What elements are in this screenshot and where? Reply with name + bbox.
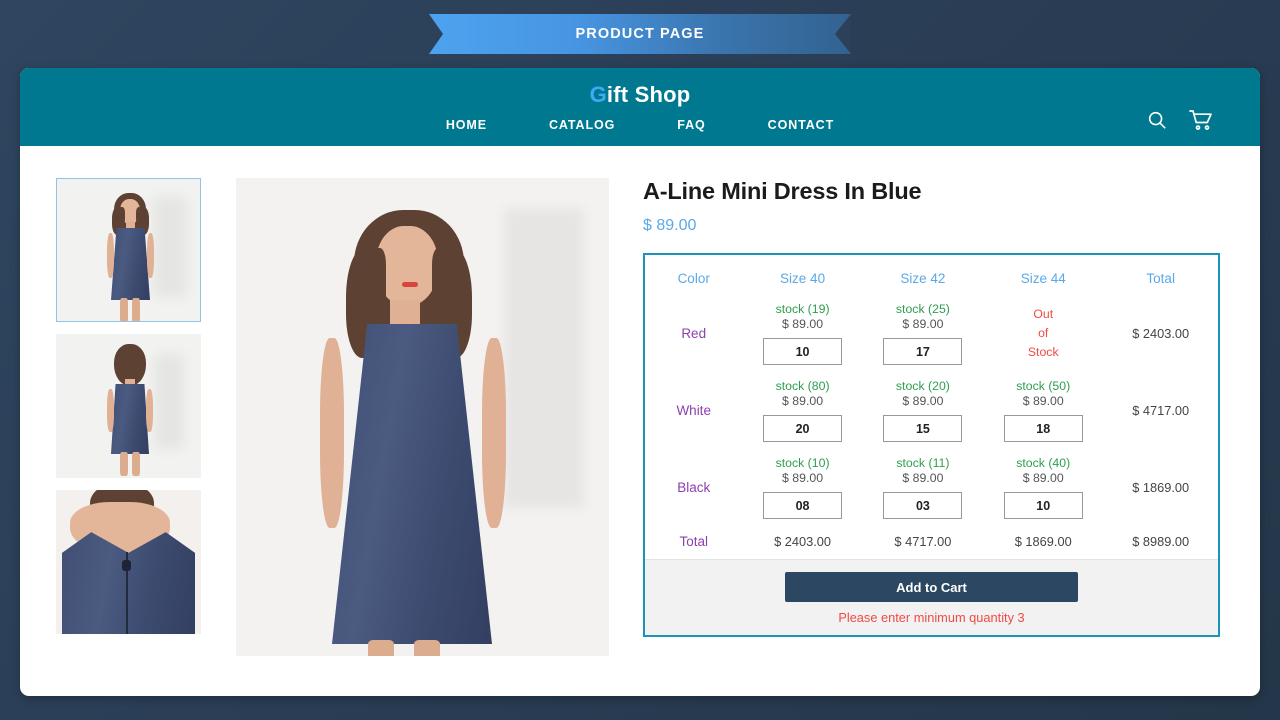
- cell-price: $ 89.00: [742, 317, 862, 331]
- quantity-input[interactable]: [1004, 415, 1083, 442]
- cell-red-size40: stock (19) $ 89.00: [742, 296, 862, 373]
- table-row: White stock (80) $ 89.00 stock (20) $ 89…: [645, 373, 1218, 450]
- brand-logo[interactable]: Gift Shop: [590, 82, 691, 108]
- brand-rest: ift Shop: [607, 82, 690, 107]
- row-total-white: $ 4717.00: [1103, 373, 1218, 450]
- thumbnail-3[interactable]: [56, 490, 201, 634]
- quantity-input[interactable]: [883, 492, 962, 519]
- banner-label: PRODUCT PAGE: [576, 26, 705, 42]
- out-of-stock-label: Out of Stock: [983, 305, 1103, 362]
- stock-label: stock (25): [863, 302, 983, 316]
- stock-label: stock (19): [742, 302, 862, 316]
- add-to-cart-button[interactable]: Add to Cart: [785, 572, 1078, 602]
- table-row: Red stock (19) $ 89.00 stock (25) $ 89.0…: [645, 296, 1218, 373]
- th-size-42: Size 42: [863, 255, 983, 296]
- cell-price: $ 89.00: [863, 317, 983, 331]
- cell-price: $ 89.00: [983, 394, 1103, 408]
- main-nav: HOME CATALOG FAQ CONTACT: [415, 118, 865, 132]
- cell-white-size42: stock (20) $ 89.00: [863, 373, 983, 450]
- stock-label: stock (20): [863, 379, 983, 393]
- nav-item-catalog[interactable]: CATALOG: [518, 118, 646, 132]
- main-product-image[interactable]: [236, 178, 609, 656]
- total-size-44: $ 1869.00: [983, 527, 1103, 559]
- oos-line-1: Out: [983, 305, 1103, 324]
- cell-white-size44: stock (50) $ 89.00: [983, 373, 1103, 450]
- order-table: Color Size 40 Size 42 Size 44 Total Red: [645, 255, 1218, 559]
- page-card: Gift Shop HOME CATALOG FAQ CONTACT: [20, 68, 1260, 696]
- cell-price: $ 89.00: [742, 471, 862, 485]
- nav-item-contact[interactable]: CONTACT: [737, 118, 865, 132]
- thumbnail-2[interactable]: [56, 334, 201, 478]
- cell-black-size42: stock (11) $ 89.00: [863, 450, 983, 527]
- total-size-42: $ 4717.00: [863, 527, 983, 559]
- stock-label: stock (50): [983, 379, 1103, 393]
- stock-label: stock (10): [742, 456, 862, 470]
- cell-white-size40: stock (80) $ 89.00: [742, 373, 862, 450]
- minimum-quantity-message: Please enter minimum quantity 3: [645, 610, 1218, 625]
- product-price: $ 89.00: [643, 217, 1220, 235]
- thumbnail-gallery: [56, 178, 242, 696]
- row-color-white: White: [645, 373, 742, 450]
- cell-price: $ 89.00: [863, 394, 983, 408]
- cell-price: $ 89.00: [983, 471, 1103, 485]
- stock-label: stock (40): [983, 456, 1103, 470]
- cart-icon[interactable]: [1188, 108, 1214, 137]
- row-color-black: Black: [645, 450, 742, 527]
- cell-price: $ 89.00: [863, 471, 983, 485]
- totals-label-cell: Total: [645, 527, 742, 559]
- quantity-input[interactable]: [883, 415, 962, 442]
- thumbnail-1[interactable]: [56, 178, 201, 322]
- quantity-input[interactable]: [763, 415, 842, 442]
- grand-total: $ 8989.00: [1103, 527, 1218, 559]
- page-title: A-Line Mini Dress In Blue: [643, 178, 1220, 205]
- brand-initial: G: [590, 82, 607, 107]
- nav-item-faq[interactable]: FAQ: [646, 118, 736, 132]
- search-icon[interactable]: [1146, 109, 1168, 136]
- th-color: Color: [645, 255, 742, 296]
- product-content: A-Line Mini Dress In Blue $ 89.00 Color …: [20, 146, 1260, 696]
- row-total-red: $ 2403.00: [1103, 296, 1218, 373]
- row-color-red: Red: [645, 296, 742, 373]
- stock-label: stock (80): [742, 379, 862, 393]
- cell-price: $ 89.00: [742, 394, 862, 408]
- nav-item-home[interactable]: HOME: [415, 118, 518, 132]
- table-row: Black stock (10) $ 89.00 stock (11) $ 89…: [645, 450, 1218, 527]
- banner-ribbon: PRODUCT PAGE: [0, 14, 1280, 54]
- header-icons: [1146, 108, 1214, 137]
- oos-line-3: Stock: [983, 343, 1103, 362]
- cart-footer: Add to Cart Please enter minimum quantit…: [645, 559, 1218, 635]
- stock-label: stock (11): [863, 456, 983, 470]
- th-total: Total: [1103, 255, 1218, 296]
- th-size-44: Size 44: [983, 255, 1103, 296]
- product-details: A-Line Mini Dress In Blue $ 89.00 Color …: [609, 178, 1260, 696]
- row-total-black: $ 1869.00: [1103, 450, 1218, 527]
- site-header: Gift Shop HOME CATALOG FAQ CONTACT: [20, 68, 1260, 146]
- cell-red-size44: Out of Stock: [983, 296, 1103, 373]
- th-size-40: Size 40: [742, 255, 862, 296]
- quantity-input[interactable]: [1004, 492, 1083, 519]
- quantity-input[interactable]: [763, 492, 842, 519]
- order-matrix: Color Size 40 Size 42 Size 44 Total Red: [643, 253, 1220, 637]
- totals-row: Total $ 2403.00 $ 4717.00 $ 1869.00: [645, 527, 1218, 559]
- cell-black-size44: stock (40) $ 89.00: [983, 450, 1103, 527]
- table-header-row: Color Size 40 Size 42 Size 44 Total: [645, 255, 1218, 296]
- total-size-40: $ 2403.00: [742, 527, 862, 559]
- cell-red-size42: stock (25) $ 89.00: [863, 296, 983, 373]
- oos-line-2: of: [983, 324, 1103, 343]
- banner-ribbon-shape: PRODUCT PAGE: [429, 14, 851, 54]
- cell-black-size40: stock (10) $ 89.00: [742, 450, 862, 527]
- quantity-input[interactable]: [763, 338, 842, 365]
- quantity-input[interactable]: [883, 338, 962, 365]
